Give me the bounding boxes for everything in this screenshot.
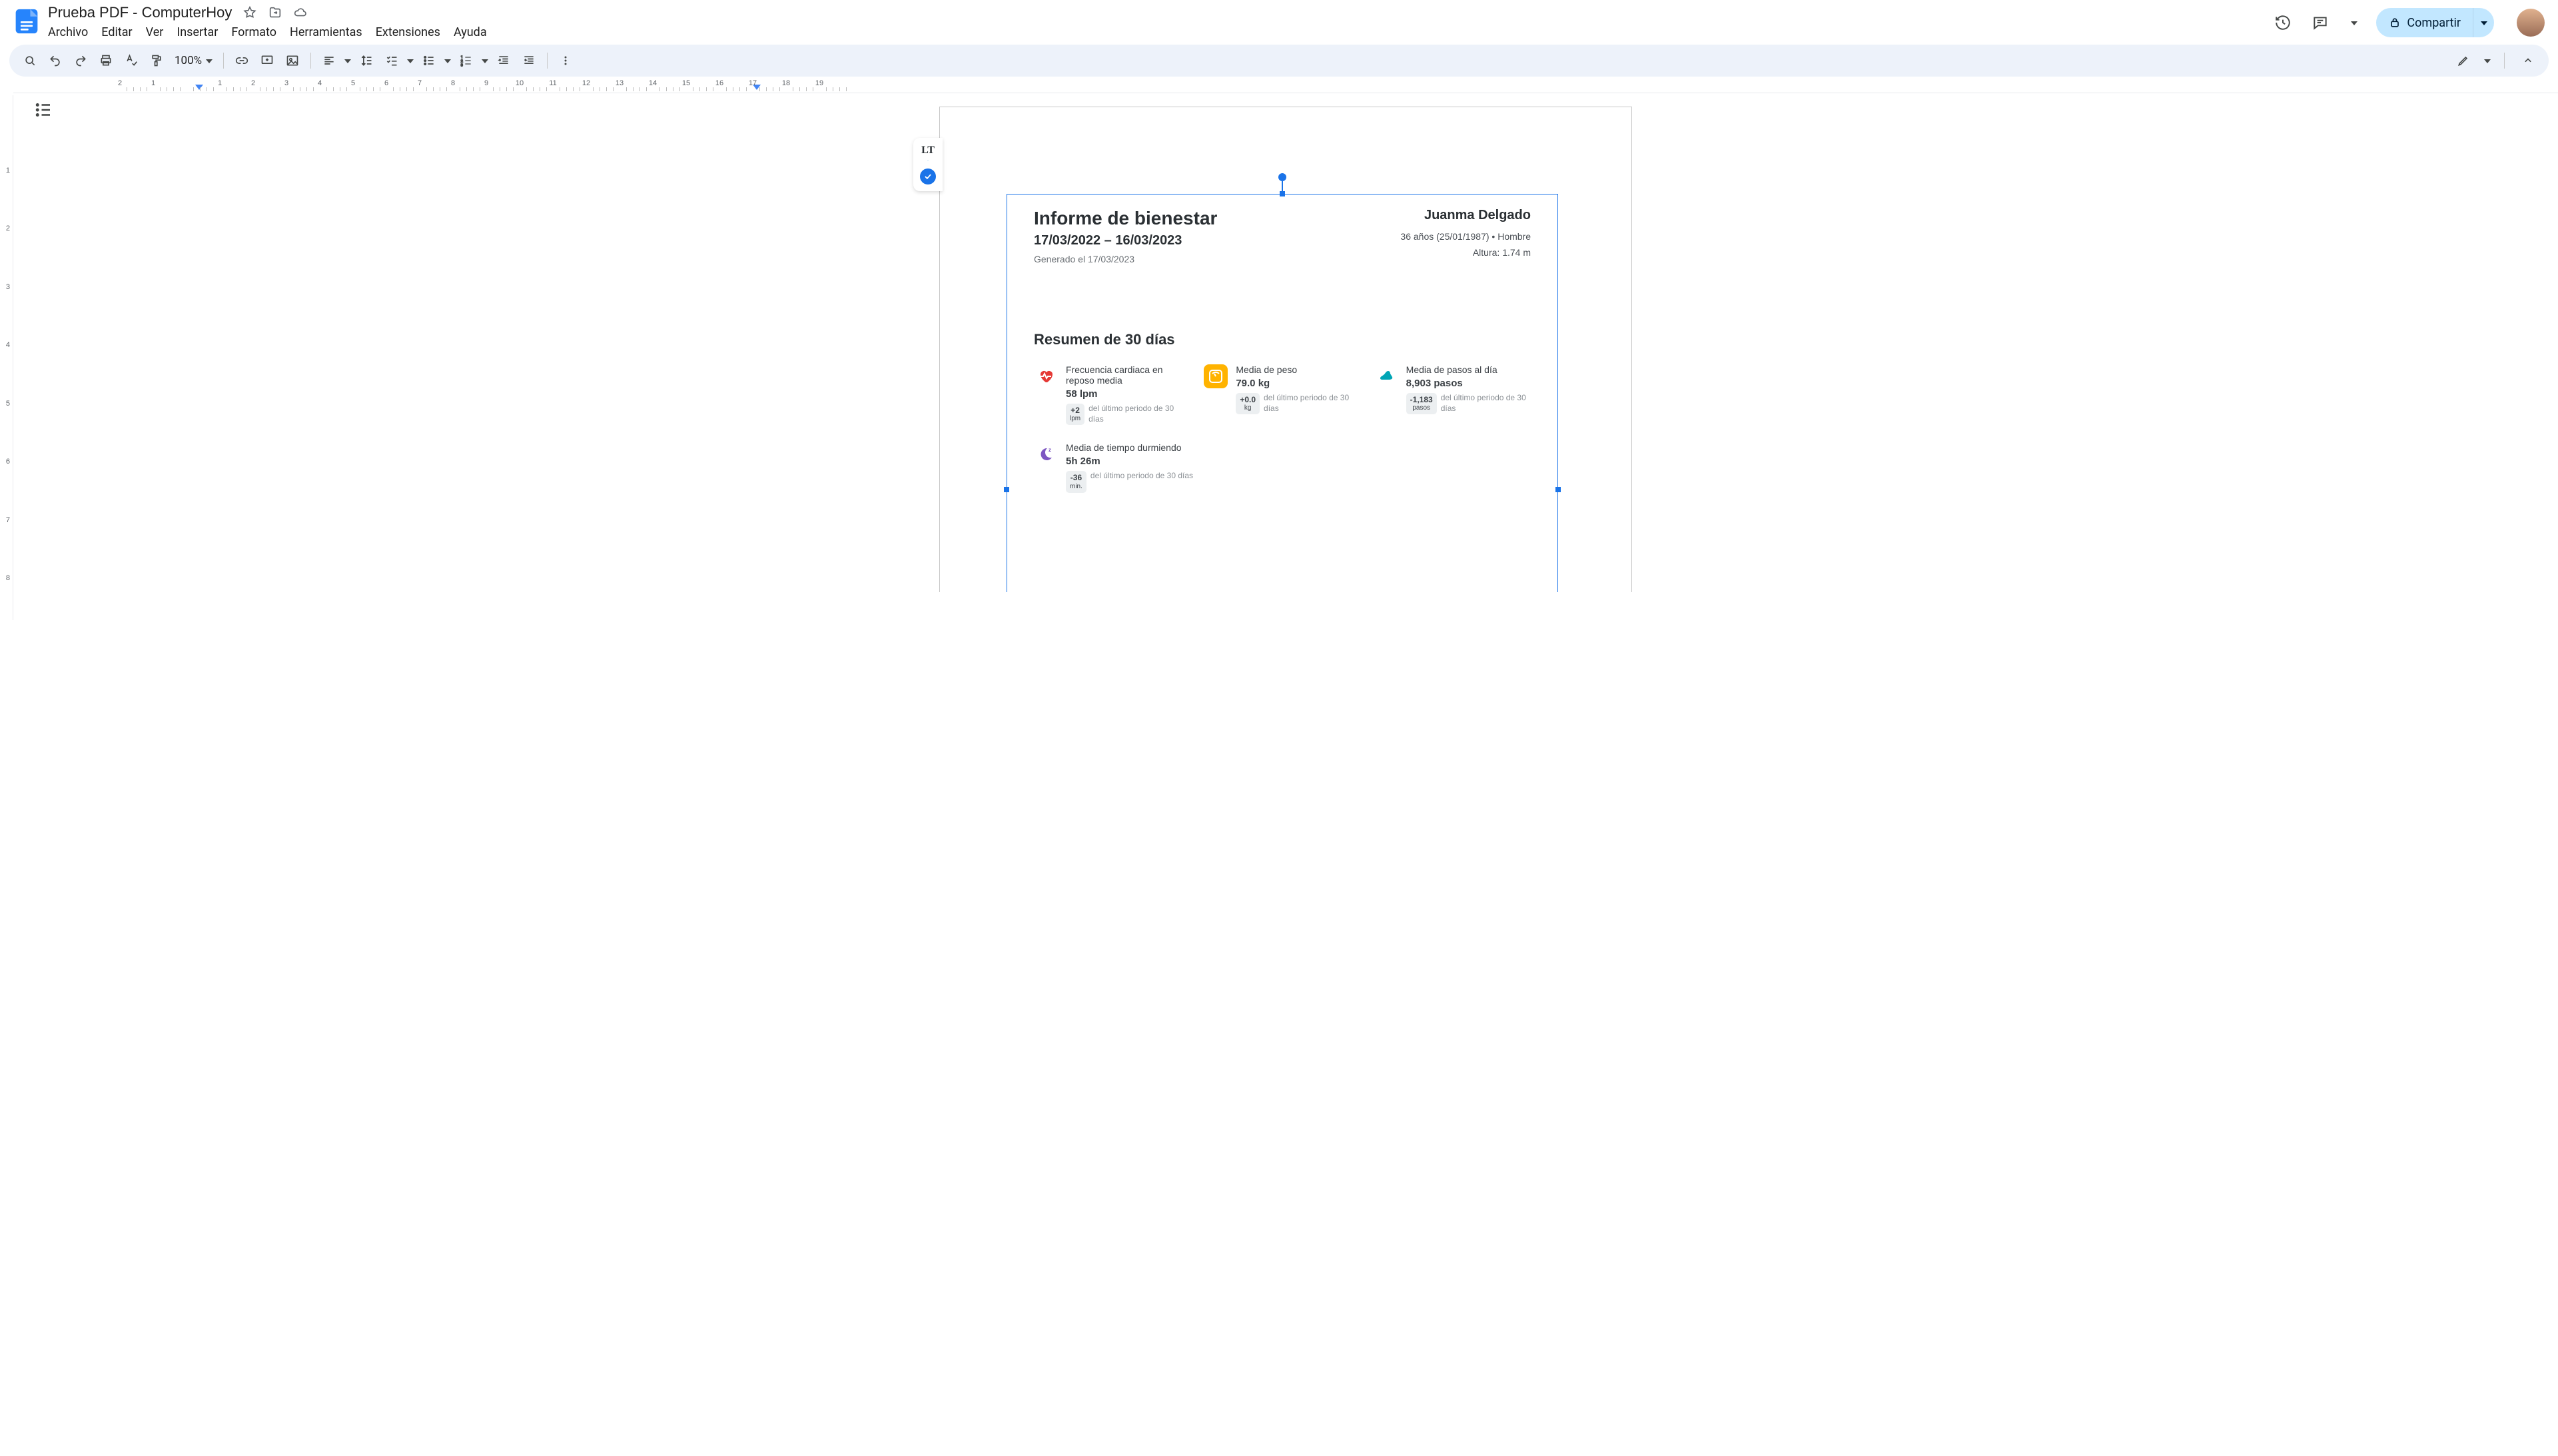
card-delta: -36min. xyxy=(1066,471,1086,492)
number-list-icon[interactable]: 123 xyxy=(456,51,476,71)
spellcheck-icon[interactable] xyxy=(121,51,141,71)
zoom-value: 100% xyxy=(175,54,202,67)
rotate-handle-icon[interactable] xyxy=(1278,173,1286,181)
insert-image-icon[interactable] xyxy=(282,51,302,71)
menu-ayuda[interactable]: Ayuda xyxy=(454,25,487,39)
align-caret-icon[interactable] xyxy=(344,59,351,63)
embedded-report: Informe de bienestar 17/03/2022 – 16/03/… xyxy=(1007,194,1557,506)
docs-logo[interactable] xyxy=(13,8,40,35)
report-user-height: Altura: 1.74 m xyxy=(1400,247,1531,258)
heart-icon xyxy=(1034,364,1058,388)
card-value: 8,903 pasos xyxy=(1406,378,1531,389)
card-delta-label: del último periodo de 30 días xyxy=(1441,393,1531,414)
card-delta-label: del último periodo de 30 días xyxy=(1088,404,1190,424)
report-title: Informe de bienestar xyxy=(1034,208,1217,229)
collapse-icon[interactable] xyxy=(2518,51,2538,71)
add-comment-icon[interactable] xyxy=(257,51,277,71)
doc-title[interactable]: Prueba PDF - ComputerHoy xyxy=(48,4,232,21)
insert-link-icon[interactable] xyxy=(232,51,252,71)
report-user-bio: 36 años (25/01/1987) • Hombre xyxy=(1400,231,1531,242)
menu-ver[interactable]: Ver xyxy=(146,25,164,39)
report-generated: Generado el 17/03/2023 xyxy=(1034,254,1217,264)
ruler-horizontal[interactable]: 2112345678910111213141516171819 xyxy=(13,78,2558,93)
meet-caret-icon[interactable] xyxy=(2351,21,2357,25)
share-label: Compartir xyxy=(2407,16,2461,30)
indent-decrease-icon[interactable] xyxy=(494,51,514,71)
menu-bar: Archivo Editar Ver Insertar Formato Herr… xyxy=(48,23,487,39)
move-icon[interactable] xyxy=(268,5,282,20)
share-dropdown[interactable] xyxy=(2473,8,2494,37)
menu-herramientas[interactable]: Herramientas xyxy=(290,25,362,39)
star-icon[interactable] xyxy=(242,5,257,20)
mode-caret-icon[interactable] xyxy=(2484,59,2491,63)
page[interactable]: LT Informe de bienestar 17/03/2022 – 16/… xyxy=(939,107,1632,592)
cloud-status-icon[interactable] xyxy=(293,5,308,20)
menu-archivo[interactable]: Archivo xyxy=(48,25,88,39)
summary-card-heartrate: Frecuencia cardiaca en reposo media 58 l… xyxy=(1034,364,1190,425)
toolbar: 100% 123 xyxy=(9,45,2549,77)
document-canvas[interactable]: LT Informe de bienestar 17/03/2022 – 16/… xyxy=(13,93,2558,592)
more-icon[interactable] xyxy=(556,51,576,71)
indent-increase-icon[interactable] xyxy=(519,51,539,71)
svg-text:z: z xyxy=(1049,447,1051,453)
comments-icon[interactable] xyxy=(2311,13,2330,32)
card-delta: -1,183pasos xyxy=(1406,393,1437,414)
summary-card-steps: Media de pasos al día 8,903 pasos -1,183… xyxy=(1374,364,1531,425)
menu-extensiones[interactable]: Extensiones xyxy=(376,25,440,39)
card-delta: +0.0kg xyxy=(1236,393,1260,414)
card-delta: +2lpm xyxy=(1066,404,1084,425)
resize-handle-e[interactable] xyxy=(1555,487,1561,492)
moon-icon: z xyxy=(1034,442,1058,466)
caret-down-icon xyxy=(206,59,213,63)
report-user-name: Juanma Delgado xyxy=(1400,208,1531,223)
image-selection[interactable]: Informe de bienestar 17/03/2022 – 16/03/… xyxy=(1007,194,1558,592)
card-title: Media de tiempo durmiendo xyxy=(1066,442,1193,453)
ruler-vertical[interactable]: 12345678 xyxy=(0,93,13,620)
card-delta-label: del último periodo de 30 días xyxy=(1090,471,1193,482)
summary-card-weight: Media de peso 79.0 kg +0.0kgdel último p… xyxy=(1204,364,1360,425)
menu-insertar[interactable]: Insertar xyxy=(177,25,218,39)
paint-format-icon[interactable] xyxy=(147,51,167,71)
card-value: 79.0 kg xyxy=(1236,378,1360,389)
card-value: 58 lpm xyxy=(1066,388,1190,400)
card-title: Frecuencia cardiaca en reposo media xyxy=(1066,364,1190,386)
summary-card-sleep: z Media de tiempo durmiendo 5h 26m -36mi… xyxy=(1034,442,1207,492)
line-spacing-icon[interactable] xyxy=(356,51,376,71)
share-button[interactable]: Compartir xyxy=(2376,8,2473,37)
bullet-caret-icon[interactable] xyxy=(444,59,451,63)
resize-handle-w[interactable] xyxy=(1004,487,1009,492)
bullet-list-icon[interactable] xyxy=(419,51,439,71)
left-indent-marker-icon[interactable] xyxy=(195,85,203,90)
card-value: 5h 26m xyxy=(1066,456,1193,467)
redo-icon[interactable] xyxy=(71,51,91,71)
summary-title: Resumen de 30 días xyxy=(1034,331,1531,348)
editing-mode-icon[interactable] xyxy=(2453,51,2473,71)
card-title: Media de pasos al día xyxy=(1406,364,1531,375)
account-avatar[interactable] xyxy=(2517,9,2545,37)
checklist-icon[interactable] xyxy=(382,51,402,71)
print-icon[interactable] xyxy=(96,51,116,71)
languagetool-logo-icon[interactable]: LT xyxy=(921,145,935,162)
card-delta-label: del último periodo de 30 días xyxy=(1264,393,1361,414)
undo-icon[interactable] xyxy=(45,51,65,71)
menu-formato[interactable]: Formato xyxy=(231,25,276,39)
meet-button[interactable] xyxy=(2348,20,2357,25)
report-date-range: 17/03/2022 – 16/03/2023 xyxy=(1034,233,1217,248)
search-icon[interactable] xyxy=(20,51,40,71)
zoom-select[interactable]: 100% xyxy=(172,54,215,67)
checklist-caret-icon[interactable] xyxy=(407,59,414,63)
align-icon[interactable] xyxy=(319,51,339,71)
shoe-icon xyxy=(1374,364,1398,388)
scale-icon xyxy=(1204,364,1228,388)
languagetool-ok-icon[interactable] xyxy=(920,169,936,184)
share-button-group: Compartir xyxy=(2376,8,2494,37)
resize-handle-n[interactable] xyxy=(1280,191,1285,196)
document-outline-icon[interactable] xyxy=(33,100,53,123)
menu-editar[interactable]: Editar xyxy=(101,25,132,39)
card-title: Media de peso xyxy=(1236,364,1360,375)
svg-text:3: 3 xyxy=(461,63,463,67)
number-caret-icon[interactable] xyxy=(482,59,488,63)
languagetool-float[interactable]: LT xyxy=(913,138,943,191)
history-icon[interactable] xyxy=(2274,13,2292,32)
